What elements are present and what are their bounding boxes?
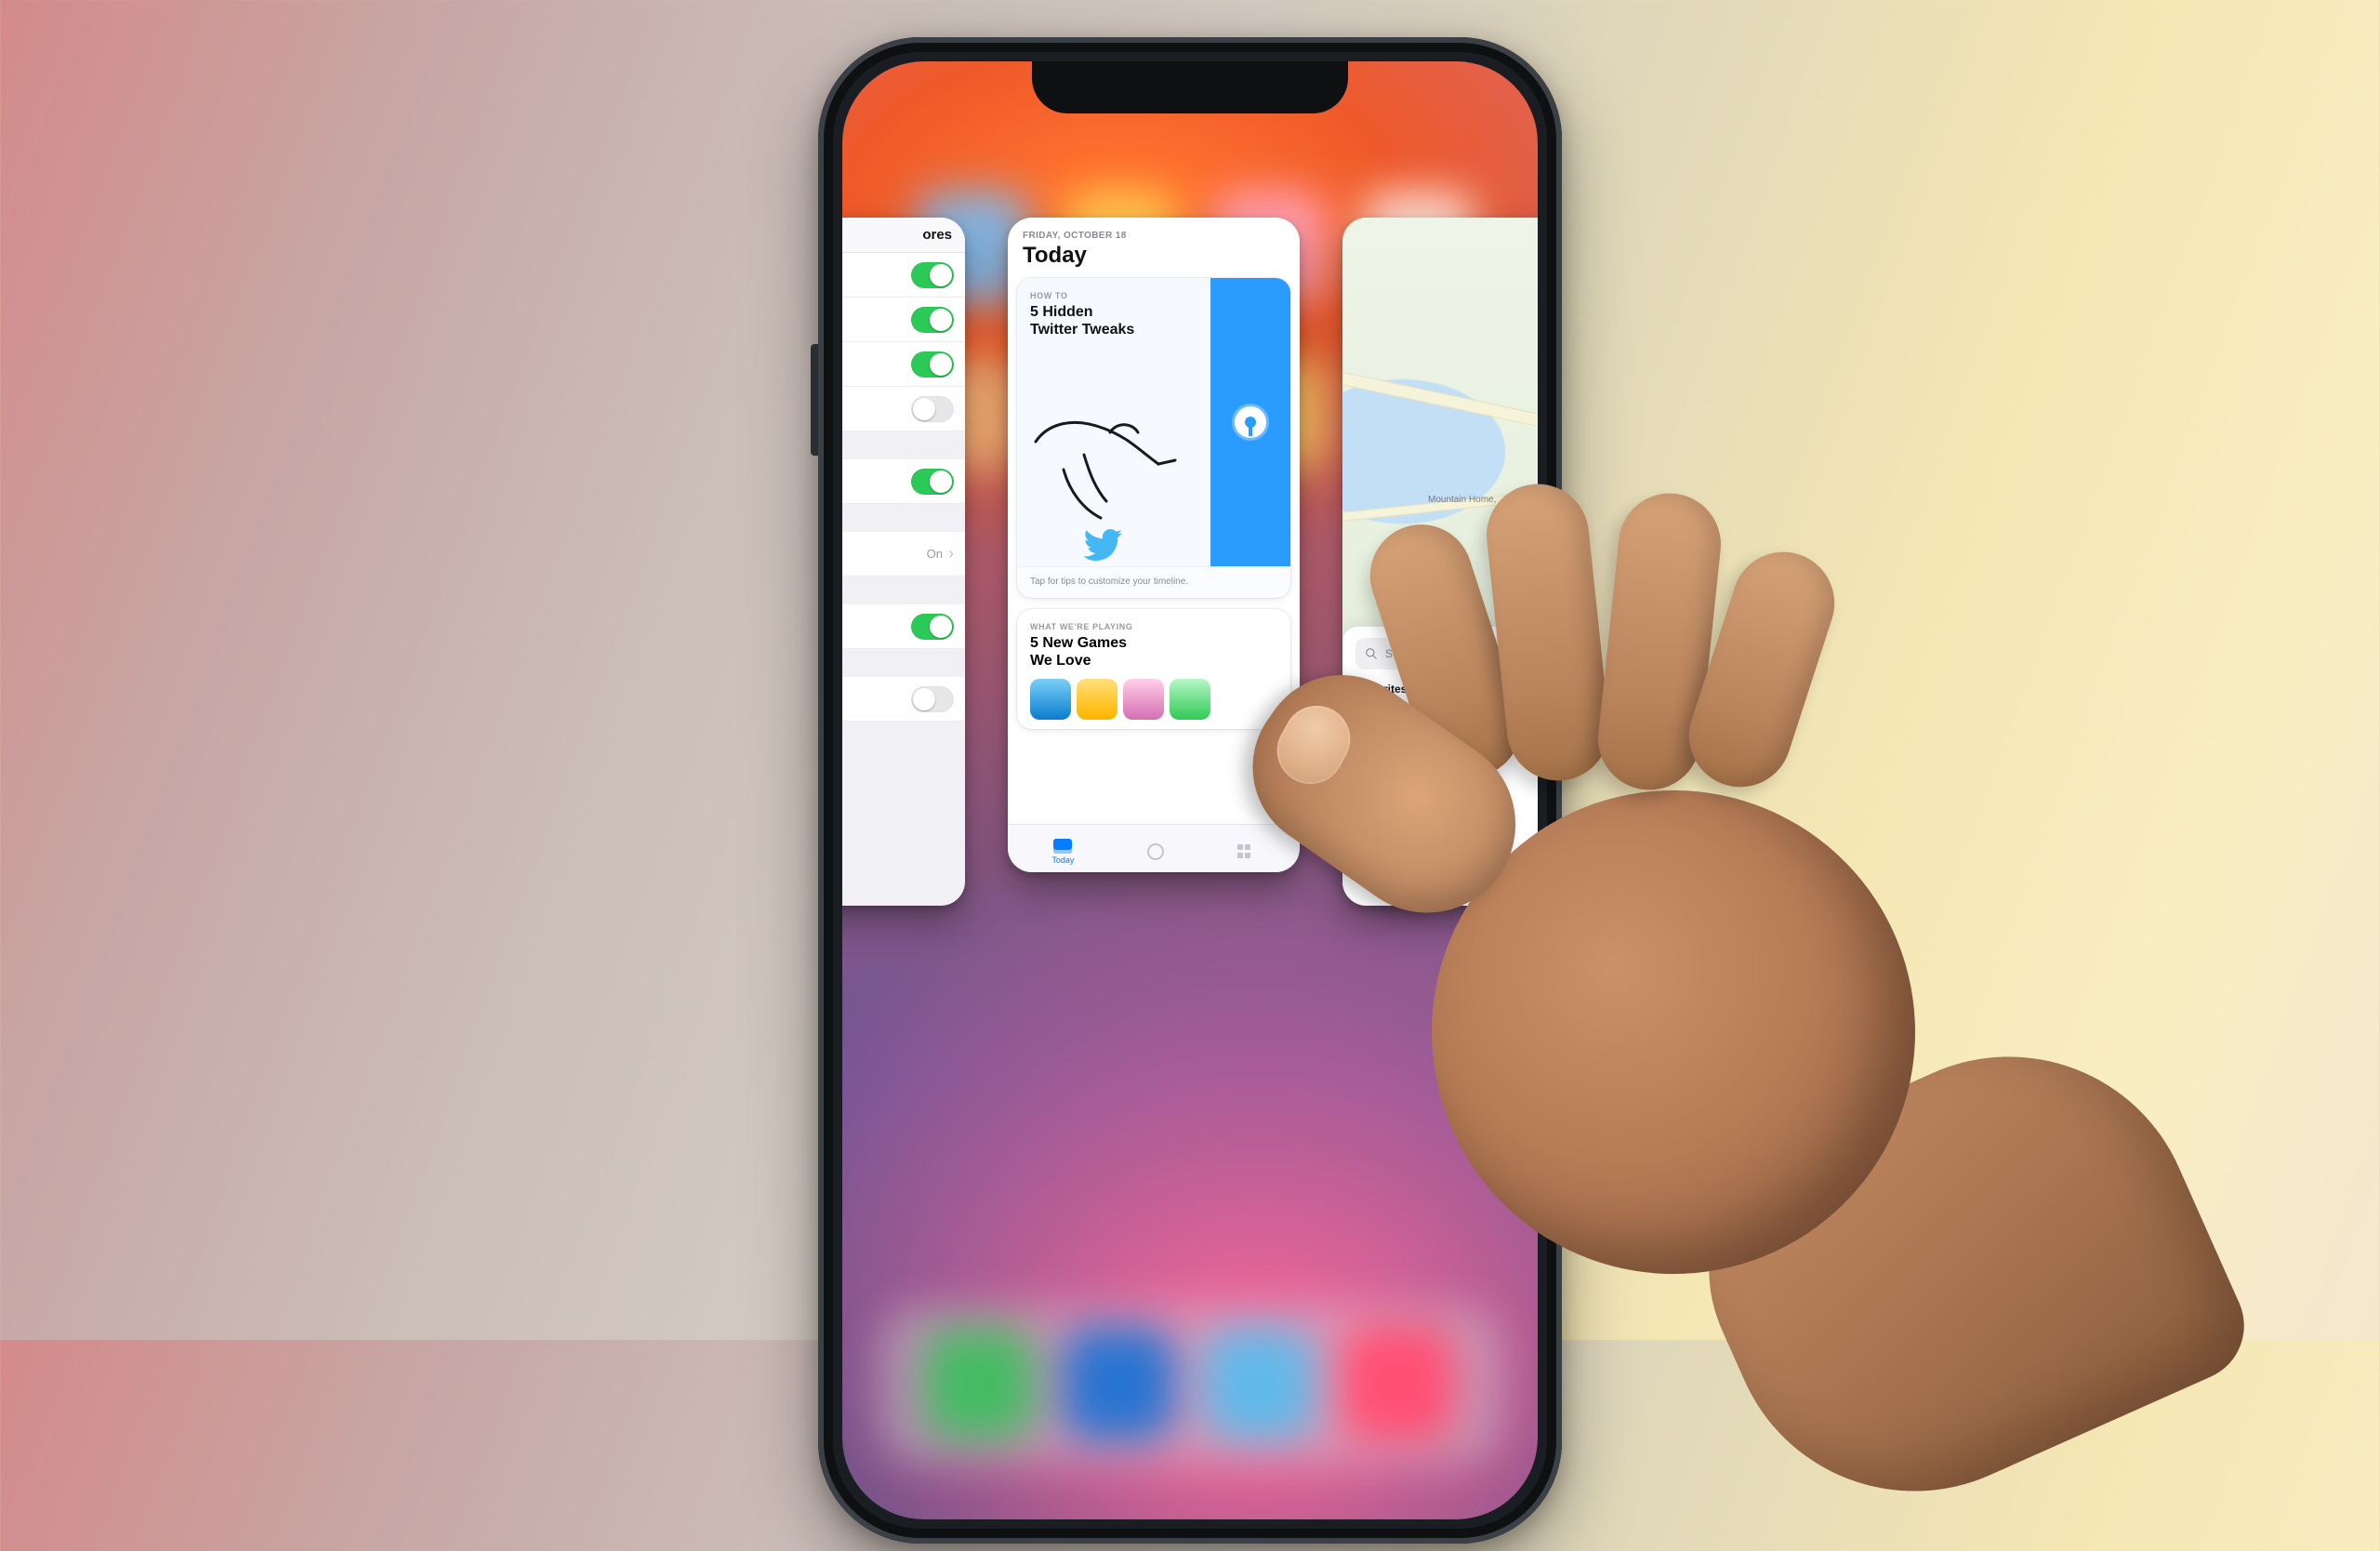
switcher-card-settings[interactable]: ores s (including free) onloads. On › in …	[842, 218, 965, 906]
appstore-hero-card[interactable]: HOW TO 5 Hidden Twitter Tweaks	[1017, 278, 1290, 598]
keyhole-icon	[1232, 404, 1269, 441]
settings-title-fragment: ores	[922, 227, 952, 243]
tab-games[interactable]	[1147, 843, 1164, 860]
hero-title: 5 Hidden Twitter Tweaks	[1030, 303, 1199, 338]
maps-row-text: y P	[1355, 821, 1375, 836]
favorite-quick[interactable]: Quive 1,33	[1434, 703, 1489, 774]
tab-today[interactable]: Today	[1051, 839, 1074, 865]
favorite-work-sub: Add	[1376, 764, 1391, 774]
games-eyebrow: WHAT WE'RE PLAYING	[1030, 622, 1277, 631]
search-icon	[1365, 647, 1378, 660]
favorite-quick-label: Quive	[1448, 749, 1476, 761]
switcher-card-appstore[interactable]: FRIDAY, OCTOBER 18 Today HOW TO 5 Hidden…	[1008, 218, 1300, 872]
maps-bottom-sheet[interactable]: Search for a Favorites Work	[1342, 627, 1538, 906]
settings-toggle-6[interactable]	[911, 614, 954, 640]
appstore-today-title: Today	[1008, 243, 1300, 278]
settings-section-text-2: onloads.	[842, 512, 954, 524]
settings-toggle-2[interactable]	[911, 307, 954, 333]
appstore-games-card[interactable]: WHAT WE'RE PLAYING 5 New Games We Love	[1017, 609, 1290, 729]
maps-search-field[interactable]: Search for a	[1355, 638, 1538, 669]
twitter-bird-icon	[1084, 529, 1123, 561]
rocket-icon	[1147, 843, 1164, 860]
hero-eyebrow: HOW TO	[1030, 291, 1199, 300]
settings-row-disclosure[interactable]: On ›	[842, 532, 965, 577]
favorite-work[interactable]: Work Add	[1355, 703, 1411, 774]
favorite-quick-sub: 1,33	[1453, 764, 1470, 774]
settings-section-text: s (including free)	[842, 440, 954, 451]
today-icon	[1053, 839, 1072, 854]
briefcase-icon	[1373, 715, 1394, 734]
iphone-screen[interactable]: ores s (including free) onloads. On › in …	[842, 61, 1538, 1519]
chevron-right-icon: ›	[948, 544, 954, 563]
maps-search-placeholder: Search for a	[1385, 647, 1446, 660]
hero-caption: Tap for tips to customize your timeline.	[1017, 566, 1290, 598]
settings-footer-note: t keep all documents back your data, if …	[842, 722, 965, 792]
favorite-work-label: Work	[1370, 749, 1395, 761]
app-switcher[interactable]: ores s (including free) onloads. On › in …	[842, 218, 1538, 924]
notch	[1032, 61, 1348, 113]
hero-illustration	[1023, 341, 1210, 566]
iphone-frame: ores s (including free) onloads. On › in …	[818, 37, 1562, 1544]
map-city-label: Mountain Home,	[1428, 495, 1496, 505]
settings-toggle-5[interactable]	[911, 469, 954, 495]
apps-icon	[1237, 844, 1256, 859]
games-icon-strip	[1030, 679, 1277, 720]
settings-toggle-4[interactable]	[911, 396, 954, 422]
maps-collection-row[interactable]: y P	[1355, 810, 1538, 847]
maps-section-label: ctions	[1355, 790, 1538, 801]
fork-knife-icon	[1452, 713, 1471, 736]
settings-on-value: On	[927, 547, 943, 561]
switcher-card-maps[interactable]: Mountain Home, Search for a Favorites	[1342, 218, 1538, 906]
settings-toggle-7[interactable]	[911, 686, 954, 712]
settings-toggle-3[interactable]	[911, 351, 954, 378]
tab-apps[interactable]	[1237, 844, 1256, 859]
tab-today-label: Today	[1051, 855, 1074, 865]
appstore-date: FRIDAY, OCTOBER 18	[1008, 218, 1300, 243]
settings-section-text-4: what you think by	[842, 657, 954, 669]
settings-section-text-3: in the App Store.	[842, 585, 954, 596]
games-title: 5 New Games We Love	[1030, 634, 1277, 669]
settings-nav-title: ores	[842, 218, 965, 253]
hero-blue-panel	[1210, 278, 1290, 566]
appstore-tabbar: Today	[1008, 824, 1300, 872]
settings-toggle-1[interactable]	[911, 262, 954, 288]
maps-favorites-label: Favorites	[1357, 683, 1538, 696]
